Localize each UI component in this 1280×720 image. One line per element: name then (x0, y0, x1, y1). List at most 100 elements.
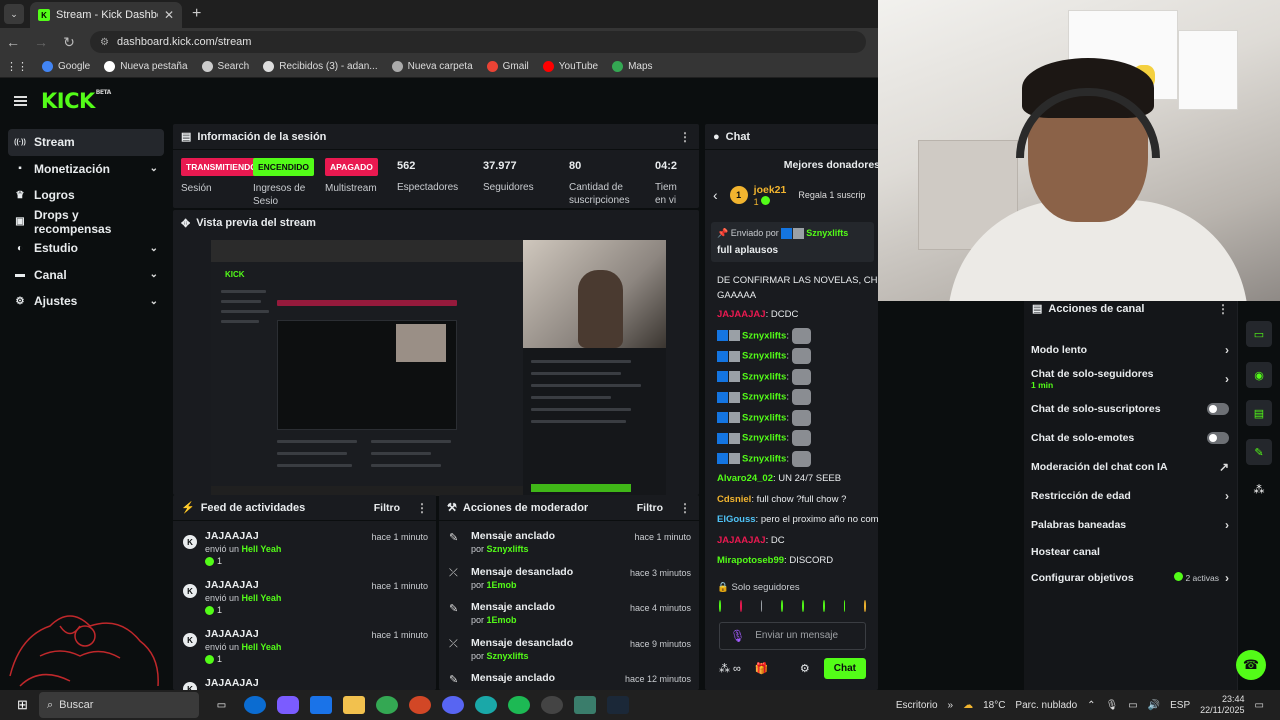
emote-icon[interactable] (864, 599, 866, 612)
mod-action-item[interactable]: ✎ Mensaje anclado hace 12 minutos (439, 663, 699, 690)
chat-input[interactable]: 🎙 Enviar un mensaje (719, 621, 866, 650)
bookmark-2[interactable]: Search (201, 61, 249, 72)
file-explorer-icon[interactable] (342, 696, 365, 714)
steam-icon[interactable] (606, 696, 629, 714)
chat-message[interactable]: Sznyxlifts: (705, 448, 878, 469)
menu-hamburger-icon[interactable] (14, 96, 27, 106)
mic-tray-icon[interactable]: 🎙 (1106, 700, 1119, 711)
sidebar-item-monetización[interactable]: ▪ Monetización ⌄ (8, 156, 164, 183)
chat-message[interactable]: Cdsniel: full chow ?full chow ? (705, 489, 878, 510)
chat-rail-icon[interactable]: ▭ (1246, 321, 1272, 347)
tools-rail-icon[interactable]: ✎ (1246, 439, 1272, 465)
more-options-icon[interactable]: ⋮ (416, 501, 428, 515)
chat-message[interactable]: Sznyxlifts: (705, 427, 878, 448)
chat-message[interactable]: Mirapotoseb99: DISCORD (705, 550, 878, 571)
toggle-switch[interactable] (1207, 431, 1229, 444)
feed-filter-button[interactable]: Filtro (374, 502, 400, 514)
edge-icon[interactable] (243, 696, 266, 714)
bookmark-6[interactable]: YouTube (542, 61, 598, 72)
mod-user[interactable]: 1Emob (487, 580, 517, 590)
feed-item[interactable]: K JAJAAJAJ envió un Hell Yeah 1 hace 1 minut… (173, 570, 436, 619)
bookmark-4[interactable]: Nueva carpeta (391, 61, 473, 72)
address-bar[interactable]: ⚙ dashboard.kick.com/stream (90, 31, 866, 53)
emote-icon[interactable] (719, 599, 721, 612)
apps-grid-icon[interactable]: ⋮⋮ (6, 60, 28, 73)
sidebar-item-stream[interactable]: ((·)) Stream (8, 129, 164, 156)
windows-start-icon[interactable]: ⊞ (12, 696, 34, 714)
bookmark-5[interactable]: Gmail (486, 61, 529, 72)
emote-icon[interactable] (843, 599, 846, 612)
channel-action-2[interactable]: Chat de solo-suscriptores (1024, 394, 1237, 423)
tray-arrow-icon[interactable]: ⌃ (1087, 700, 1095, 711)
chat-username[interactable]: Sznyxlifts (742, 371, 786, 382)
chevron-right-icon[interactable]: › (1225, 343, 1229, 357)
chevron-down-icon[interactable]: ⌄ (150, 296, 158, 307)
desktop-toolbar[interactable]: Escritorio (896, 700, 938, 711)
clock[interactable]: 23:44 22/11/2025 (1200, 694, 1244, 716)
feed-item[interactable]: K JAJAAJAJ envió un Hell Yeah 1 hace 1 minut… (173, 619, 436, 668)
chevron-down-icon[interactable]: ⌄ (150, 269, 158, 280)
discord-icon[interactable] (441, 696, 464, 714)
forward-arrow-icon[interactable]: → (34, 34, 48, 50)
chevron-left-icon[interactable]: ‹ (713, 187, 718, 203)
sidebar-item-logros[interactable]: ♛ Logros (8, 182, 164, 209)
support-headset-icon[interactable]: ☎ (1236, 650, 1266, 680)
more-options-icon[interactable]: ⋮ (1217, 301, 1229, 317)
stream-preview-video[interactable]: KICK (211, 240, 666, 496)
emote-icon[interactable] (739, 599, 742, 612)
chevron-right-icon[interactable]: › (1225, 372, 1229, 386)
mic-icon[interactable]: 🎙 (730, 629, 745, 643)
broadcast-rail-icon[interactable]: ◉ (1246, 362, 1272, 388)
weather-temp[interactable]: 18°C (983, 700, 1005, 711)
chat-username[interactable]: JAJAAJAJ (717, 535, 766, 546)
toggle-switch[interactable] (1207, 402, 1229, 415)
kick-logo[interactable]: KICKBETA (41, 89, 111, 113)
chat-username[interactable]: Mirapotoseb99 (717, 555, 784, 566)
app-icon[interactable] (474, 696, 497, 714)
settings-icon[interactable]: ⚙ (800, 662, 810, 675)
chat-message[interactable]: Sznyxlifts: (705, 386, 878, 407)
pinned-message[interactable]: 📌 Enviado por Sznyxlifts full aplausos (711, 222, 874, 263)
sidebar-item-canal[interactable]: ▬ Canal ⌄ (8, 262, 164, 289)
bookmark-7[interactable]: Maps (612, 61, 653, 72)
gift-icon[interactable]: 🎁 (755, 662, 769, 675)
chevron-right-icon[interactable]: › (1225, 571, 1229, 585)
sidebar-item-estudio[interactable]: ◐ Estudio ⌄ (8, 235, 164, 262)
chat-message[interactable]: Sznyxlifts: (705, 325, 878, 346)
chat-username[interactable]: Sznyxlifts (742, 392, 786, 403)
chat-username[interactable]: ElGouss (717, 514, 756, 525)
bookmark-1[interactable]: Nueva pestaña (104, 61, 188, 72)
channel-action-0[interactable]: Modo lento › (1024, 335, 1237, 364)
send-chat-button[interactable]: Chat (823, 657, 866, 679)
app-icon[interactable] (573, 696, 596, 714)
chrome-icon[interactable] (375, 696, 398, 714)
chevron-icon[interactable]: » (948, 700, 954, 711)
mod-action-item[interactable]: ✎ Mensaje anclado por 1Emob hace 4 minutos (439, 592, 699, 628)
external-link-icon[interactable]: ↗ (1219, 460, 1229, 474)
chat-message[interactable]: JAJAAJAJ: DC (705, 530, 878, 551)
channel-action-6[interactable]: Palabras baneadas › (1024, 510, 1237, 539)
more-options-icon[interactable]: ⋮ (679, 501, 691, 515)
task-view-icon[interactable]: ▭ (211, 696, 233, 714)
new-tab-plus-icon[interactable]: + (192, 5, 201, 23)
chevron-right-icon[interactable]: › (1225, 518, 1229, 532)
top-donor-card[interactable]: ‹ 1 joek21 1 Regala 1 suscrip (705, 174, 878, 216)
emote-icon[interactable] (822, 599, 825, 612)
volume-icon[interactable]: 🔊 (1148, 700, 1160, 711)
powerpoint-icon[interactable] (408, 696, 431, 714)
network-icon[interactable]: ▭ (1128, 700, 1137, 711)
chat-username[interactable]: Sznyxlifts (742, 412, 786, 423)
chat-message[interactable]: GAAAAA (705, 289, 878, 304)
language-indicator[interactable]: ESP (1170, 700, 1190, 711)
chat-message[interactable]: ElGouss: pero el proximo año no compites… (705, 509, 878, 530)
chat-message[interactable]: Sznyxlifts: (705, 366, 878, 387)
chevron-right-icon[interactable]: › (1225, 489, 1229, 503)
chevron-down-icon[interactable]: ⌄ (150, 163, 158, 174)
chevron-down-icon[interactable]: ⌄ (150, 243, 158, 254)
mod-user[interactable]: 1Emob (487, 615, 517, 625)
emote-icon[interactable] (760, 599, 763, 612)
feed-item[interactable]: K JAJAAJAJ (173, 668, 436, 690)
copilot-icon[interactable] (276, 696, 299, 714)
reload-icon[interactable]: ↻ (62, 34, 76, 51)
points-icon[interactable]: ⁂ ∞ (719, 662, 741, 675)
